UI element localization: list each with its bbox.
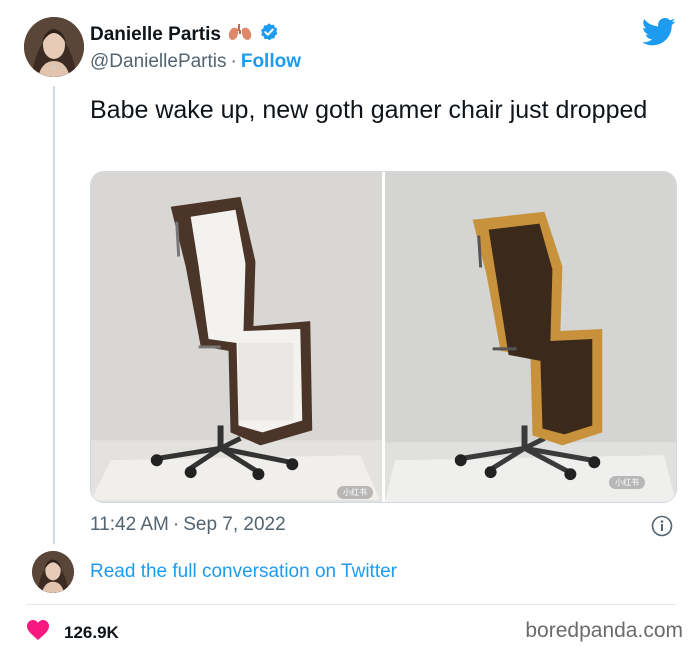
avatar[interactable] bbox=[32, 551, 74, 593]
verified-badge-icon bbox=[259, 22, 279, 47]
author-name-row: Danielle Partis bbox=[90, 22, 279, 47]
author-display-name[interactable]: Danielle Partis bbox=[90, 24, 221, 46]
twitter-bird-icon[interactable] bbox=[641, 17, 676, 47]
read-conversation-link[interactable]: Read the full conversation on Twitter bbox=[90, 561, 397, 583]
lungs-emoji-icon bbox=[227, 22, 253, 47]
heart-icon[interactable] bbox=[26, 619, 50, 646]
tweet-text: Babe wake up, new goth gamer chair just … bbox=[90, 96, 648, 124]
watermark: 小红书 bbox=[609, 476, 645, 489]
watermark: 小红书 bbox=[337, 486, 373, 499]
separator: · bbox=[230, 51, 237, 72]
source-label: boredpanda.com bbox=[525, 619, 683, 642]
avatar[interactable] bbox=[24, 17, 84, 77]
like-count: 126.9K bbox=[64, 622, 119, 642]
like-row[interactable]: 126.9K bbox=[26, 619, 119, 646]
thread-line bbox=[53, 86, 55, 544]
media-image-left[interactable]: 小红书 bbox=[91, 172, 382, 502]
divider bbox=[26, 604, 676, 605]
info-icon[interactable] bbox=[651, 515, 673, 537]
separator: · bbox=[172, 514, 180, 535]
media-image-right[interactable]: 小红书 bbox=[385, 172, 676, 502]
tweet-time: 11:42 AM bbox=[90, 514, 169, 535]
author-handle-row: @DaniellePartis · Follow bbox=[90, 51, 301, 73]
tweet-timestamp[interactable]: 11:42 AM · Sep 7, 2022 bbox=[90, 514, 286, 536]
author-handle[interactable]: @DaniellePartis bbox=[90, 51, 227, 72]
tweet-date: Sep 7, 2022 bbox=[183, 514, 286, 535]
follow-button[interactable]: Follow bbox=[241, 51, 301, 72]
tweet-media[interactable]: 小红书 小红书 bbox=[90, 171, 677, 503]
